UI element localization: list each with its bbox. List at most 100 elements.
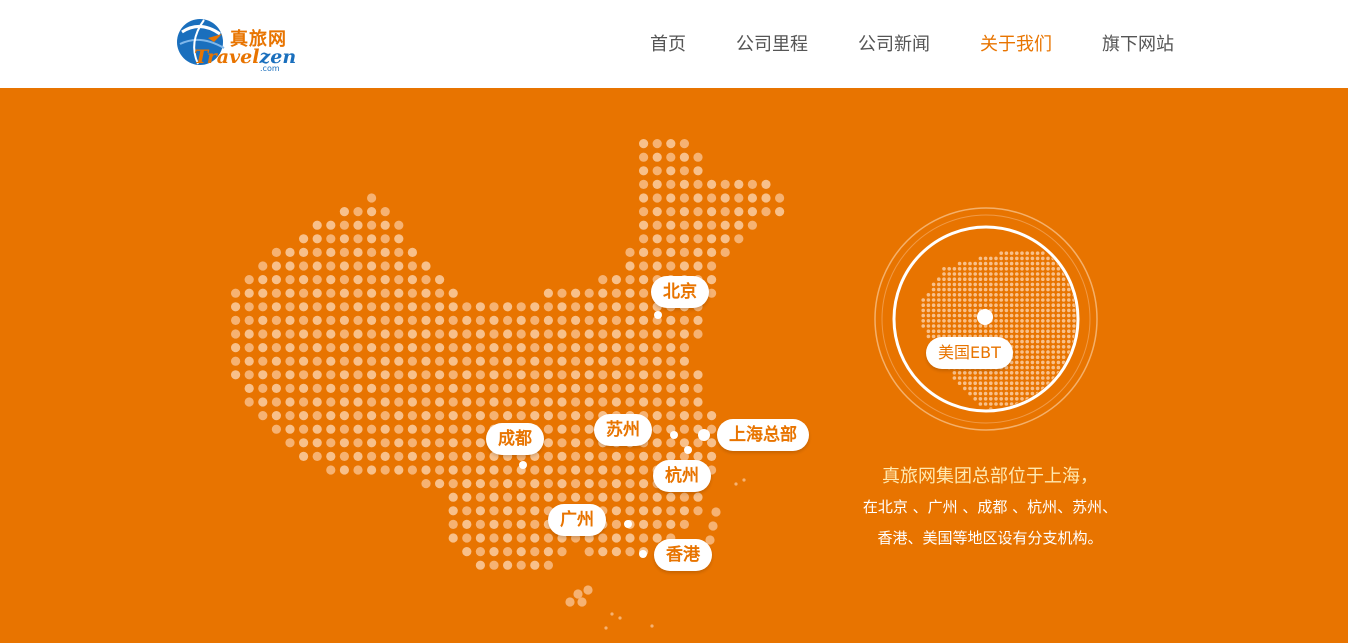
map-dot [353,329,363,339]
city-label-beijing[interactable]: 北京 [651,276,709,308]
city-label-hangzhou[interactable]: 杭州 [653,460,711,492]
map-dot [339,302,349,312]
map-dot [339,315,349,325]
map-dot [394,329,404,339]
usa-dot [983,303,988,307]
usa-dot [1056,287,1061,292]
logo[interactable]: 真旅网 Travelzen .com [172,12,296,76]
usa-dot [937,303,941,307]
usa-dot [947,319,951,323]
usa-dot [1067,267,1071,271]
usa-dot [1009,293,1014,297]
map-dot [584,329,594,339]
pin-hangzhou [684,446,692,454]
map-dot [380,356,390,366]
map-dot [489,519,499,529]
usa-dot [1025,313,1029,318]
usa-dot [1025,329,1029,333]
map-dot [421,275,431,285]
map-dot [625,465,635,475]
usa-dot [1015,324,1019,328]
usa-dot [978,386,983,391]
usa-dot [973,277,977,281]
usa-dot [1051,345,1055,349]
city-label-hongkong[interactable]: 香港 [654,539,712,571]
nav-sites[interactable]: 旗下网站 [1102,30,1174,56]
map-dot [489,397,499,407]
map-dot [666,356,676,366]
usa-dot [1004,386,1009,391]
map-dot [258,261,268,271]
map-dot [244,343,254,353]
usa-dot [1035,350,1040,354]
usa-dot [1035,267,1040,271]
usa-dot [994,319,998,323]
usa-dot [952,319,957,323]
usa-dot [947,267,951,271]
usa-dot [1051,350,1055,354]
usa-dot [1020,334,1024,339]
city-label-usa[interactable]: 美国EBT [926,337,1013,369]
map-dot [353,438,363,448]
map-dot [312,275,322,285]
city-label-chengdu[interactable]: 成都 [486,423,544,455]
map-dot [625,356,635,366]
usa-dot [1004,298,1009,302]
usa-dot [963,386,967,391]
city-label-suzhou[interactable]: 苏州 [594,414,652,446]
usa-dot [1025,261,1029,266]
usa-dot [963,313,967,318]
usa-dot [1061,319,1066,323]
map-dot [353,302,363,312]
usa-dot [926,334,931,339]
usa-dot [963,272,967,276]
map-dot [312,247,322,257]
usa-dot [926,313,931,318]
usa-dot [994,272,998,276]
usa-dot [1061,261,1066,266]
usa-dot [978,282,983,287]
map-dot [380,465,390,475]
usa-dot [1041,277,1045,281]
nav-home[interactable]: 首页 [650,30,686,56]
map-dot [747,179,758,189]
usa-dot [999,371,1003,375]
map-dot [407,411,417,421]
pin-hongkong [639,550,647,558]
usa-dot [994,381,998,386]
map-dot [448,451,458,461]
map-dot [489,506,499,516]
usa-dot [973,376,977,380]
usa-dot [1035,334,1040,339]
city-label-shanghai[interactable]: 上海总部 [717,419,809,451]
usa-dot [952,313,957,318]
usa-dot [942,267,946,271]
city-label-guangzhou[interactable]: 广州 [548,504,606,536]
usa-dot [999,293,1003,297]
usa-dot [1041,308,1045,313]
usa-dot [1046,261,1050,266]
map-dot [679,343,690,353]
map-dot [367,356,377,366]
usa-dot [1067,334,1071,339]
nav-milestones[interactable]: 公司里程 [736,30,808,56]
map-dot [380,343,390,353]
map-dot [394,451,404,461]
map-dot [611,479,622,489]
usa-dot [1041,371,1045,375]
usa-dot [983,287,988,292]
pin-beijing [654,311,662,319]
usa-dot [1061,355,1066,360]
nav-news[interactable]: 公司新闻 [858,30,930,56]
map-dot [639,179,649,189]
usa-dot [1056,334,1061,339]
map-dot [353,451,363,461]
map-dot [353,397,363,407]
usa-dot [1051,360,1055,365]
usa-dot [1004,303,1009,307]
nav-about[interactable]: 关于我们 [980,30,1052,56]
usa-dot [957,293,962,297]
map-dot [639,288,649,298]
usa-dot [999,313,1003,318]
usa-dot [989,391,993,396]
